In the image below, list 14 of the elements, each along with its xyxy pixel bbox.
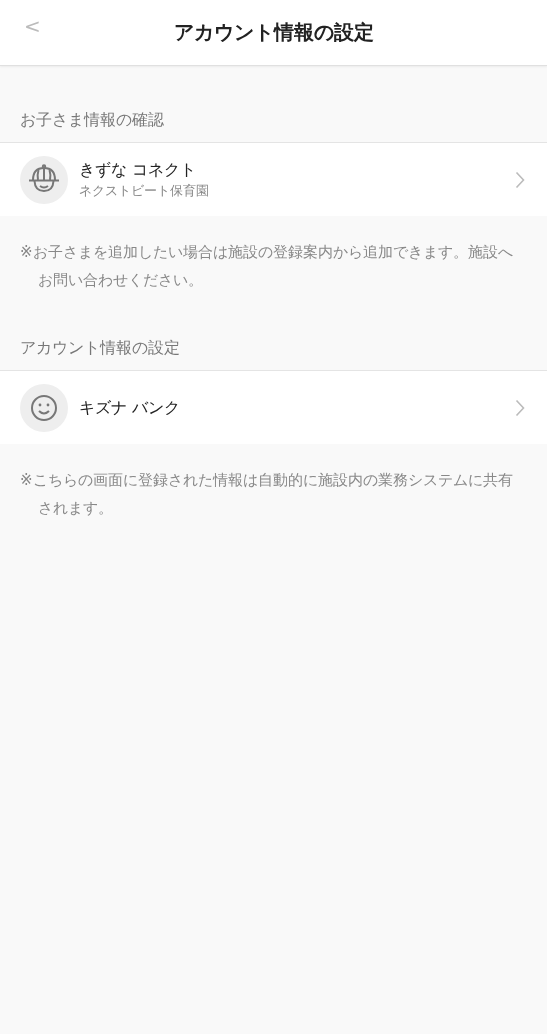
list-item[interactable]: キズナ バンク bbox=[0, 370, 547, 444]
list-item[interactable]: きずな コネクト ネクストビート保育園 bbox=[0, 142, 547, 216]
chevron-right-icon bbox=[515, 398, 525, 417]
item-subtitle: ネクストビート保育園 bbox=[79, 181, 210, 200]
item-name: きずな コネクト bbox=[79, 158, 198, 181]
note-text: ※お子さまを追加したい場合は施設の登録案内から追加できます。施設へお問い合わせください。 bbox=[19, 242, 514, 291]
page-title: アカウント情報の設定 bbox=[173, 19, 374, 46]
section-title: アカウント情報の設定 bbox=[19, 337, 181, 359]
smiley-avatar-icon bbox=[20, 383, 68, 432]
chevron-right-icon bbox=[515, 170, 525, 189]
item-name: キズナ バンク bbox=[79, 396, 182, 419]
child-avatar-icon bbox=[20, 155, 68, 204]
note-text: ※こちらの画面に登録された情報は自動的に施設内の業務システムに共有されます。 bbox=[19, 470, 514, 519]
section-title: お子さま情報の確認 bbox=[19, 109, 165, 131]
